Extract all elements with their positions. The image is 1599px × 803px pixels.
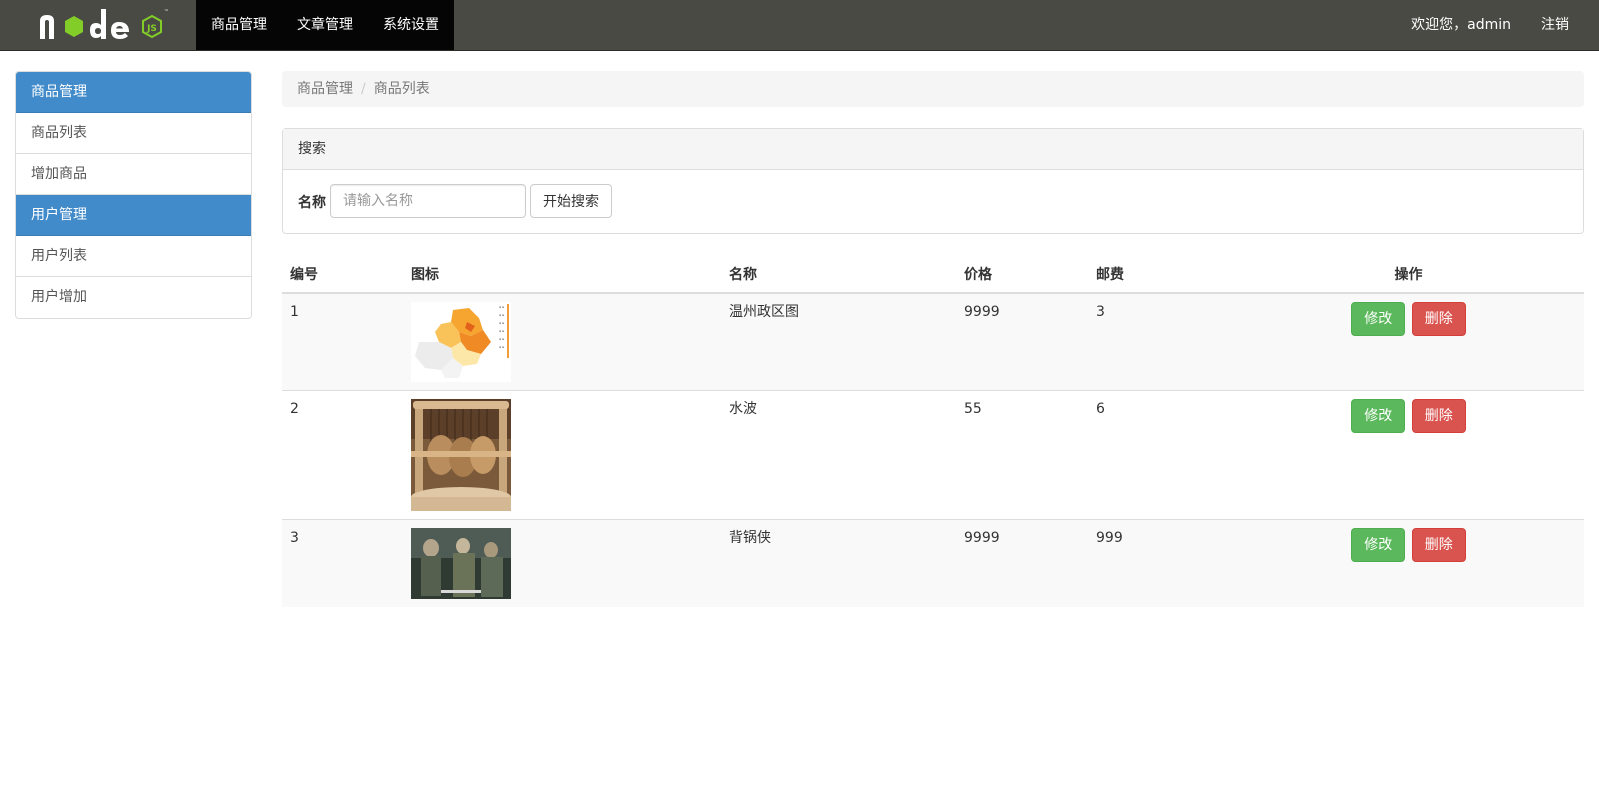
top-navbar: JS ™ 商品管理 文章管理 系统设置 欢迎您，admin 注销	[0, 0, 1599, 51]
main-nav: 商品管理 文章管理 系统设置	[196, 0, 454, 50]
search-button[interactable]: 开始搜索	[530, 184, 612, 218]
svg-text:™: ™	[164, 9, 169, 15]
column-header-actions: 操作	[1233, 255, 1584, 294]
cell-price: 9999	[956, 292, 1088, 391]
breadcrumb-separator: /	[361, 81, 366, 97]
table-row: 2 水波 55 6 修改 删除	[282, 390, 1584, 520]
search-panel-title: 搜索	[283, 129, 1583, 170]
cell-name: 温州政区图	[721, 292, 956, 391]
breadcrumb-item-product-list: 商品列表	[373, 81, 430, 97]
svg-text:▪ ▪: ▪ ▪	[499, 329, 504, 333]
cell-name: 背锅侠	[721, 519, 956, 607]
cell-shipping: 3	[1088, 292, 1233, 391]
svg-text:▪ ▪: ▪ ▪	[499, 321, 504, 325]
delete-button[interactable]: 删除	[1411, 528, 1466, 562]
search-panel: 搜索 名称 开始搜索	[282, 128, 1584, 234]
nodejs-logo-graphic: JS ™	[40, 9, 169, 39]
sidebar-group-products[interactable]: 商品管理	[16, 72, 251, 113]
nodejs-logo[interactable]: JS ™	[36, 3, 176, 47]
breadcrumb-item-products[interactable]: 商品管理	[297, 81, 353, 97]
column-header-shipping: 邮费	[1088, 255, 1233, 294]
delete-button[interactable]: 删除	[1411, 302, 1466, 336]
cell-icon: ▪ ▪ ▪ ▪ ▪ ▪ ▪ ▪ ▪ ▪ ▪ ▪	[403, 292, 721, 391]
edit-button[interactable]: 修改	[1351, 399, 1406, 433]
product-thumbnail-map: ▪ ▪ ▪ ▪ ▪ ▪ ▪ ▪ ▪ ▪ ▪ ▪	[411, 302, 511, 382]
column-header-id: 编号	[282, 255, 403, 294]
svg-text:▪ ▪: ▪ ▪	[499, 313, 504, 317]
user-nav: 欢迎您，admin 注销	[1396, 0, 1599, 50]
table-row: 1 ▪ ▪ ▪ ▪ ▪ ▪ ▪ ▪ ▪ ▪ ▪ ▪ 温州政区图 9999 3 修…	[282, 292, 1584, 391]
nav-item-products[interactable]: 商品管理	[196, 0, 282, 50]
logout-link[interactable]: 注销	[1526, 0, 1599, 50]
search-name-input[interactable]	[330, 184, 526, 218]
table-row: 3 背锅侠 9999 999 修改 删除	[282, 519, 1584, 607]
cell-id: 2	[282, 390, 403, 520]
nav-item-articles[interactable]: 文章管理	[282, 0, 368, 50]
search-panel-body: 名称 开始搜索	[283, 170, 1583, 233]
sidebar-item-user-list[interactable]: 用户列表	[16, 236, 251, 277]
svg-text:▪ ▪: ▪ ▪	[499, 305, 504, 309]
cell-price: 55	[956, 390, 1088, 520]
cell-name: 水波	[721, 390, 956, 520]
cell-actions: 修改 删除	[1233, 390, 1584, 520]
column-header-price: 价格	[956, 255, 1088, 294]
welcome-user-link[interactable]: 欢迎您，admin	[1396, 0, 1526, 50]
sidebar-item-add-user[interactable]: 用户增加	[16, 277, 251, 318]
column-header-icon: 图标	[403, 255, 721, 294]
logo-badge-text: JS	[146, 24, 157, 34]
product-table: 编号 图标 名称 价格 邮费 操作 1 ▪ ▪ ▪ ▪ ▪ ▪ ▪ ▪ ▪ ▪ …	[282, 255, 1584, 607]
breadcrumb: 商品管理 / 商品列表	[282, 71, 1584, 107]
cell-icon	[403, 519, 721, 607]
sidebar-group-users[interactable]: 用户管理	[16, 195, 251, 236]
delete-button[interactable]: 删除	[1411, 399, 1466, 433]
edit-button[interactable]: 修改	[1351, 528, 1406, 562]
cell-id: 3	[282, 519, 403, 607]
cell-actions: 修改 删除	[1233, 519, 1584, 607]
nav-item-settings[interactable]: 系统设置	[368, 0, 454, 50]
cell-icon	[403, 390, 721, 520]
search-name-label: 名称	[298, 195, 326, 211]
product-thumbnail-movie-still	[411, 528, 511, 599]
cell-shipping: 6	[1088, 390, 1233, 520]
sidebar-item-product-list[interactable]: 商品列表	[16, 113, 251, 154]
cell-price: 9999	[956, 519, 1088, 607]
svg-text:▪ ▪: ▪ ▪	[499, 345, 504, 349]
sidebar: 商品管理 商品列表 增加商品 用户管理 用户列表 用户增加	[15, 71, 252, 319]
cell-id: 1	[282, 292, 403, 391]
cell-actions: 修改 删除	[1233, 292, 1584, 391]
cell-shipping: 999	[1088, 519, 1233, 607]
product-thumbnail-sculpture	[411, 399, 511, 511]
column-header-name: 名称	[721, 255, 956, 294]
edit-button[interactable]: 修改	[1351, 302, 1406, 336]
svg-text:▪ ▪: ▪ ▪	[499, 337, 504, 341]
table-header-row: 编号 图标 名称 价格 邮费 操作	[282, 255, 1584, 294]
sidebar-item-add-product[interactable]: 增加商品	[16, 154, 251, 195]
